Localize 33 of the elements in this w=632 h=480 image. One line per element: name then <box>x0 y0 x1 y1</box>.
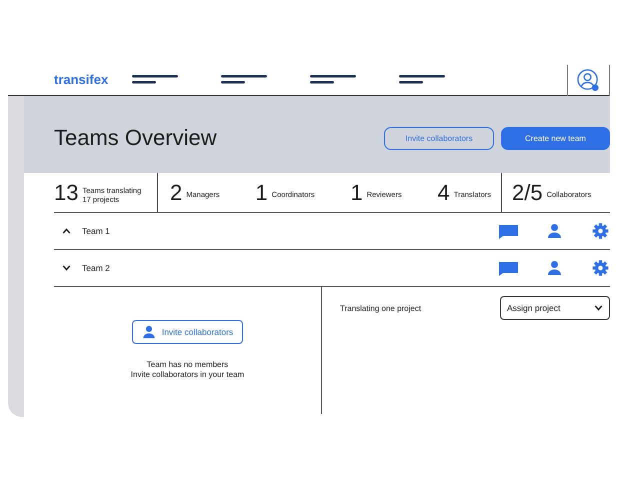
stat-value: 4 <box>438 182 450 204</box>
nav-placeholder-icon[interactable] <box>310 75 356 85</box>
team-name: Team 1 <box>82 224 110 238</box>
chat-icon[interactable] <box>499 223 518 239</box>
team-row[interactable]: Team 2 <box>54 250 610 287</box>
chevron-icon[interactable] <box>62 228 71 234</box>
invite-button[interactable]: Invite collaborators <box>384 127 494 150</box>
stat-value: 1 <box>350 182 363 204</box>
projects-label: Translating one project <box>340 303 422 315</box>
settings-icon[interactable] <box>591 223 610 239</box>
nav-placeholder-icon[interactable] <box>399 75 446 85</box>
assign-project-dropdown[interactable]: Assign project <box>500 296 610 320</box>
stat-value: 2/5 <box>512 182 543 204</box>
team-row[interactable]: Team 1 <box>54 213 610 250</box>
person-icon[interactable] <box>545 223 564 239</box>
nav-placeholder-icon[interactable] <box>221 75 268 85</box>
person-icon <box>142 325 156 339</box>
create-team-button[interactable]: Create new team <box>501 127 610 150</box>
logo[interactable]: transifex <box>54 70 108 90</box>
stat-value: 2 <box>170 182 182 204</box>
nav-placeholder-icon[interactable] <box>132 75 178 85</box>
invite-button[interactable]: Invite collaborators <box>132 320 244 344</box>
chat-icon[interactable] <box>499 260 518 276</box>
stat-value: 1 <box>255 182 268 204</box>
chevron-icon[interactable] <box>62 265 71 271</box>
chevron-icon <box>594 305 603 311</box>
person-icon[interactable] <box>545 260 564 276</box>
page-title: Teams Overview <box>54 125 217 152</box>
team-name: Team 2 <box>82 262 110 274</box>
empty-message: Team has no members Invite collaborators in your team <box>130 360 244 380</box>
stat-value: 13 <box>54 182 78 204</box>
user-avatar-icon[interactable] <box>577 68 600 92</box>
settings-icon[interactable] <box>591 260 610 276</box>
